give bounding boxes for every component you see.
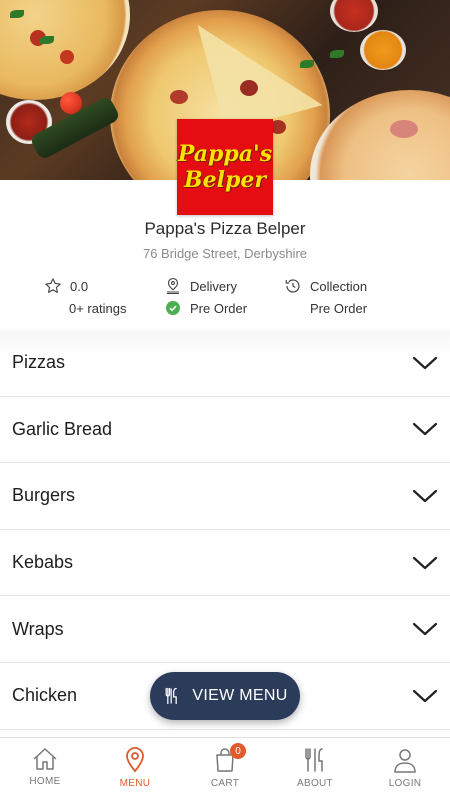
collection-info: Collection Pre Order <box>284 275 367 325</box>
category-label: Burgers <box>12 485 76 506</box>
spice-bowl-image <box>330 0 378 32</box>
nav-menu[interactable]: MENU <box>90 738 180 800</box>
tomato-image <box>60 92 82 114</box>
rating-info: 0.0 0+ ratings <box>44 275 126 325</box>
chevron-down-icon <box>412 356 438 369</box>
logo-text-line1: Pappa's <box>177 141 273 167</box>
history-clock-icon <box>284 277 302 295</box>
category-burgers[interactable]: Burgers <box>0 463 450 530</box>
topping <box>60 50 74 64</box>
leaf <box>330 50 344 58</box>
chevron-down-icon <box>412 623 438 636</box>
category-garlic-bread[interactable]: Garlic Bread <box>0 396 450 464</box>
chevron-down-icon <box>412 556 438 569</box>
leaf <box>300 60 314 68</box>
category-wraps[interactable]: Wraps <box>0 596 450 663</box>
restaurant-address: 76 Bridge Street, Derbyshire <box>142 246 308 261</box>
delivery-info: Delivery Pre Order <box>164 275 247 325</box>
cutlery-icon <box>305 748 323 772</box>
spice-bowl-image <box>360 30 406 70</box>
star-icon <box>44 277 62 295</box>
restaurant-name: Pappa's Pizza Belper <box>144 219 306 238</box>
chevron-down-icon <box>412 689 438 702</box>
menu-category-list: Pizzas Garlic Bread Burgers Kebabs Wraps… <box>0 330 450 730</box>
nav-about[interactable]: ABOUT <box>270 738 360 800</box>
nav-label: LOGIN <box>388 778 422 789</box>
location-pin-icon <box>164 277 182 295</box>
home-icon <box>33 748 57 770</box>
category-label: Kebabs <box>12 552 74 573</box>
topping <box>390 120 418 138</box>
nav-home[interactable]: HOME <box>0 738 90 800</box>
category-label: Pizzas <box>12 352 66 373</box>
bottom-navigation: HOME MENU 0 CART ABOUT LOGIN <box>0 737 450 800</box>
check-circle-icon <box>164 299 182 317</box>
view-menu-button[interactable]: VIEW MENU <box>150 672 300 720</box>
view-menu-label: VIEW MENU <box>192 687 288 704</box>
rating-value: 0.0 <box>70 278 89 294</box>
nav-login[interactable]: LOGIN <box>360 738 450 800</box>
collection-label: Collection <box>310 278 368 294</box>
map-pin-icon <box>126 747 144 773</box>
delivery-status: Pre Order <box>190 300 248 316</box>
nav-cart[interactable]: 0 CART <box>180 738 270 800</box>
nav-label: ABOUT <box>297 778 333 789</box>
chevron-down-icon <box>412 423 438 436</box>
category-label: Wraps <box>12 618 64 639</box>
logo-text-line2: Belper <box>184 167 266 193</box>
category-label: Chicken <box>12 685 78 706</box>
leaf <box>10 10 24 18</box>
topping <box>170 90 188 104</box>
user-icon <box>394 749 416 773</box>
category-kebabs[interactable]: Kebabs <box>0 529 450 597</box>
nav-label: MENU <box>119 778 151 789</box>
leaf <box>40 36 54 44</box>
rating-count: 0+ ratings <box>69 300 127 316</box>
delivery-label: Delivery <box>190 278 237 294</box>
category-pizzas[interactable]: Pizzas <box>0 330 450 397</box>
nav-label: CART <box>210 778 240 789</box>
pizza-image <box>310 90 450 180</box>
category-label: Garlic Bread <box>12 418 113 439</box>
chevron-down-icon <box>412 489 438 503</box>
restaurant-logo: Pappa's Belper <box>177 119 273 215</box>
cart-count-badge: 0 <box>230 743 246 759</box>
nav-label: HOME <box>29 776 61 787</box>
topping <box>240 80 258 96</box>
collection-status: Pre Order <box>310 300 368 316</box>
cutlery-icon <box>165 687 178 705</box>
